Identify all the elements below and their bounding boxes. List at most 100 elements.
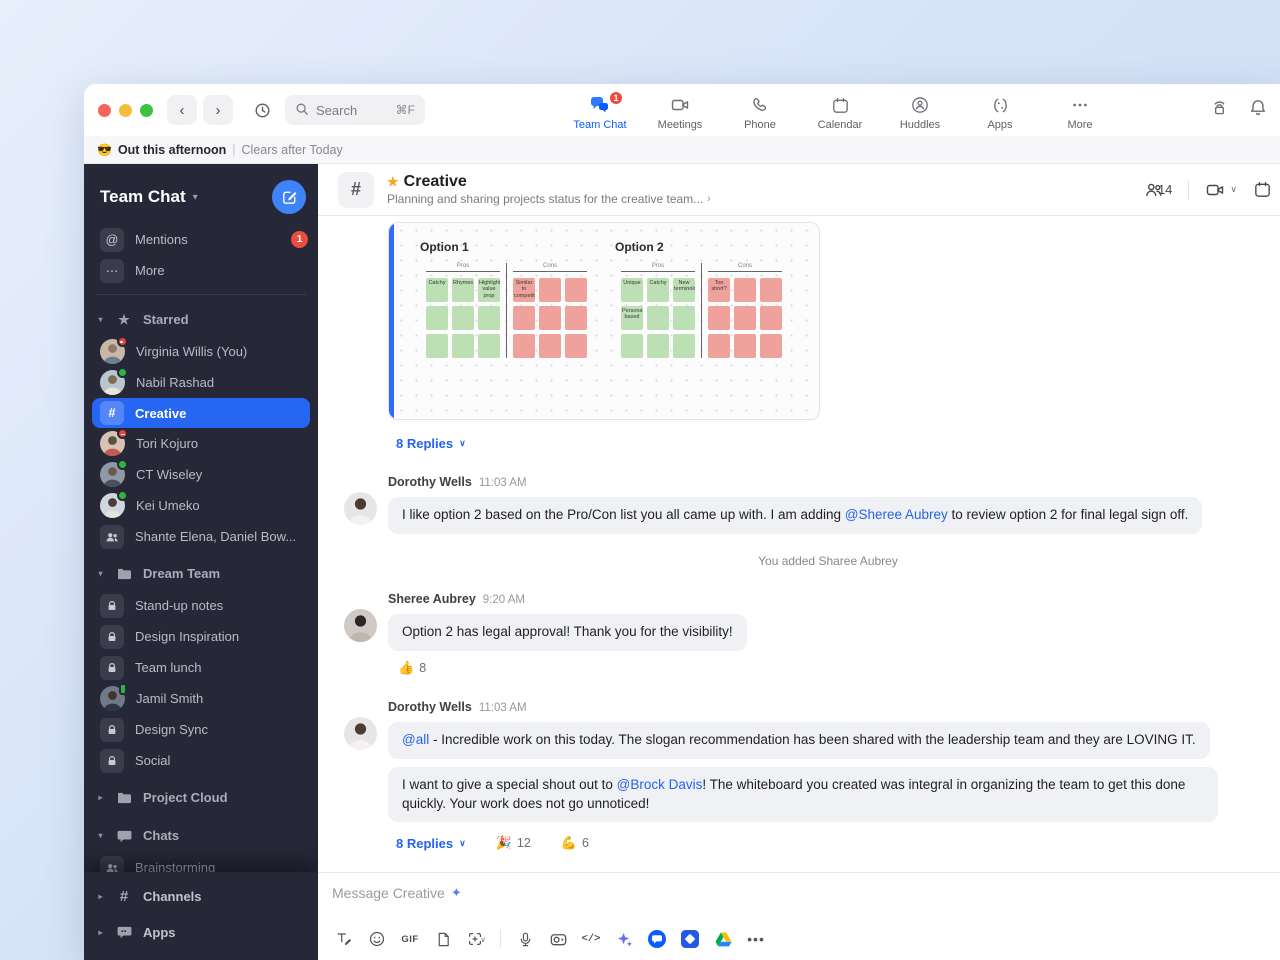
nav-back-button[interactable]: ‹ (167, 95, 197, 125)
tab-team-chat[interactable]: Team Chat 1 (564, 89, 636, 131)
start-video-meeting-button[interactable]: ∨ (1205, 180, 1237, 200)
sticky-note (708, 306, 730, 330)
compose-button[interactable] (272, 180, 306, 214)
item-label: Team lunch (135, 660, 201, 675)
history-icon[interactable] (245, 93, 279, 127)
option-title: Option 2 (615, 240, 788, 254)
sticky-note (647, 306, 669, 330)
tab-phone[interactable]: Phone (724, 89, 796, 131)
section-label: Apps (143, 925, 176, 940)
avatar[interactable] (344, 492, 377, 525)
pros-label: Pros (426, 263, 500, 272)
sidebar-item-nabil-rashad[interactable]: Nabil Rashad (84, 367, 318, 398)
format-text-button[interactable] (332, 927, 356, 951)
mention-brock-davis[interactable]: @Brock Davis (617, 777, 703, 792)
google-drive-icon[interactable] (711, 927, 735, 951)
sidebar-title[interactable]: Team Chat (100, 187, 186, 207)
caret-down-icon: ▾ (96, 569, 105, 578)
cons-notes-grid: Too short? (708, 278, 782, 358)
gif-button[interactable]: GIF (398, 927, 422, 951)
ai-companion-button[interactable] (612, 927, 636, 951)
sidebar-item-more[interactable]: ⋯ More (84, 255, 318, 286)
reaction-flex[interactable]: 💪 6 (561, 835, 589, 851)
item-label: Jamil Smith (136, 691, 203, 706)
tab-apps[interactable]: Apps (964, 89, 1036, 131)
apps-icon (991, 94, 1010, 116)
presence-online (117, 459, 128, 470)
ai-sparkle-icon: ✦ (451, 885, 462, 901)
item-label: Design Sync (135, 722, 208, 737)
item-label: Stand-up notes (135, 598, 223, 613)
section-apps[interactable]: ▸ Apps (84, 914, 318, 950)
sidebar-item-kei-umeko[interactable]: Kei Umeko (84, 490, 318, 521)
minimize-window-button[interactable] (119, 104, 132, 117)
sidebar-item-jamil-smith[interactable]: Jamil Smith (84, 683, 318, 714)
thread-replies-link[interactable]: 8 Replies ∨ (396, 836, 466, 851)
item-label: More (135, 263, 165, 278)
sidebar-item-social[interactable]: Social (84, 745, 318, 776)
presence-status-banner[interactable]: 😎 Out this afternoon | Clears after Toda… (84, 136, 1280, 164)
sidebar-item-team-lunch[interactable]: Team lunch (84, 652, 318, 683)
tab-more[interactable]: More (1044, 89, 1116, 131)
sidebar-item-creative-selected[interactable]: # Creative (92, 398, 310, 428)
tab-meetings[interactable]: Meetings (644, 89, 716, 131)
mention-sheree-aubrey[interactable]: @Sheree Aubrey (845, 507, 948, 522)
tab-huddles[interactable]: Huddles (884, 89, 956, 131)
sidebar-item-design-inspiration[interactable]: Design Inspiration (84, 621, 318, 652)
sidebar-item-shante-daniel-group[interactable]: Shante Elena, Daniel Bow... (84, 521, 318, 552)
reaction-party[interactable]: 🎉 12 (496, 835, 531, 851)
code-snippet-button[interactable]: </> (579, 927, 603, 951)
section-dream-team[interactable]: ▾ Dream Team (84, 557, 318, 590)
sidebar-item-tori-kojuro[interactable]: Tori Kojuro (84, 428, 318, 459)
sidebar-item-virginia-willis[interactable]: Virginia Willis (You) (84, 336, 318, 367)
emoji-button[interactable] (365, 927, 389, 951)
close-window-button[interactable] (98, 104, 111, 117)
sticky-note (708, 334, 730, 358)
message-input[interactable]: Message Creative ✦ (332, 885, 1266, 901)
message-bubble: I want to give a special shout out to @B… (388, 767, 1218, 823)
tab-calendar[interactable]: Calendar (804, 89, 876, 131)
chevron-down-icon[interactable]: ▾ (193, 192, 198, 203)
section-starred[interactable]: ▾ ★ Starred (84, 303, 318, 336)
sticky-note: Catchy (647, 278, 669, 302)
channel-description[interactable]: Planning and sharing projects status for… (387, 192, 711, 206)
cons-label: Cons (513, 263, 587, 272)
sidebar: Team Chat ▾ @ Mentions 1 ⋯ More ▾ ★ Star… (84, 164, 318, 960)
avatar[interactable] (344, 717, 377, 750)
message-text: to review option 2 for final legal sign … (948, 507, 1189, 522)
maximize-window-button[interactable] (140, 104, 153, 117)
search-input[interactable]: Search ⌘F (285, 95, 425, 125)
sidebar-item-design-sync[interactable]: Design Sync (84, 714, 318, 745)
reaction-thumbs-up[interactable]: 👍 8 (398, 660, 1280, 676)
item-label: Shante Elena, Daniel Bow... (135, 529, 296, 544)
mention-all[interactable]: @all (402, 732, 429, 747)
video-message-button[interactable] (546, 927, 570, 951)
notifications-bell-icon[interactable] (1248, 98, 1268, 123)
sticky-note (513, 334, 535, 358)
section-channels[interactable]: ▸ # Channels (84, 878, 318, 914)
schedule-meeting-button[interactable] (1253, 180, 1272, 199)
section-project-cloud[interactable]: ▸ Project Cloud (84, 781, 318, 814)
screenshot-button[interactable]: ∨ (464, 927, 488, 951)
sidebar-item-standup-notes[interactable]: Stand-up notes (84, 590, 318, 621)
channel-members-button[interactable]: 14 (1144, 180, 1172, 200)
pros-notes-grid: UniqueCatchyNew terminologyPersona based (621, 278, 695, 358)
nav-forward-button[interactable]: › (203, 95, 233, 125)
message-text: I want to give a special shout out to (402, 777, 617, 792)
system-message: You added Sharee Aubrey (388, 554, 1268, 568)
section-label: Dream Team (143, 566, 220, 581)
whiteboard-app-icon[interactable] (678, 927, 702, 951)
section-chats[interactable]: ▾ Chats (84, 819, 318, 852)
channel-header: # ★ Creative Planning and sharing projec… (318, 164, 1280, 216)
zoom-chat-app-icon[interactable] (645, 927, 669, 951)
avatar[interactable] (344, 609, 377, 642)
whiteboard-preview-card[interactable]: Option 1 Pros CatchyRhymesHighlights val… (388, 222, 820, 420)
audio-message-button[interactable] (513, 927, 537, 951)
message-text: - Incredible work on this today. The slo… (429, 732, 1195, 747)
sidebar-item-ct-wiseley[interactable]: CT Wiseley (84, 459, 318, 490)
attach-file-button[interactable] (431, 927, 455, 951)
sidebar-item-mentions[interactable]: @ Mentions 1 (84, 224, 318, 255)
thread-replies-link[interactable]: 8 Replies ∨ (396, 436, 1280, 451)
secure-connection-icon[interactable] (1209, 97, 1230, 123)
more-tools-button[interactable]: ••• (744, 927, 768, 951)
